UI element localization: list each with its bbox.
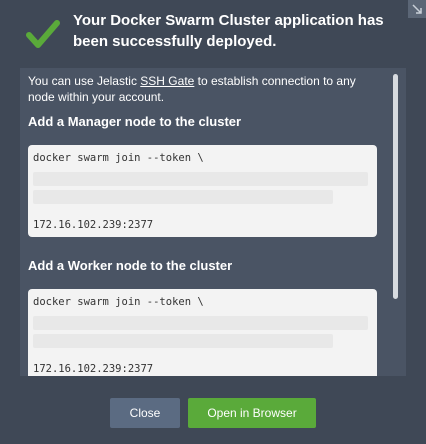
intro-text: You can use Jelastic SSH Gate to establi… (28, 73, 379, 105)
dialog-title: Your Docker Swarm Cluster application ha… (73, 12, 384, 50)
manager-command-line1: docker swarm join --token \ (33, 152, 204, 164)
intro-text-start: You can use Jelastic (28, 74, 141, 88)
redacted-token (33, 172, 368, 186)
worker-command-box[interactable]: docker swarm join --token \ 172.16.102.2… (28, 289, 377, 376)
close-button[interactable]: Close (110, 398, 180, 428)
vertical-scrollbar[interactable] (393, 74, 398, 299)
redacted-token (33, 316, 368, 330)
manager-heading: Add a Manager node to the cluster (28, 114, 242, 129)
scroll-content: You can use Jelastic SSH Gate to establi… (28, 73, 379, 376)
worker-command-line1: docker swarm join --token \ (33, 296, 204, 308)
worker-heading: Add a Worker node to the cluster (28, 258, 233, 273)
dialog-header: Your Docker Swarm Cluster application ha… (0, 0, 426, 68)
resize-corner-icon[interactable] (408, 0, 426, 18)
redacted-token (33, 334, 333, 348)
checkmark-icon (26, 19, 60, 49)
manager-command-address: 172.16.102.239:2377 (33, 219, 154, 231)
ssh-gate-link[interactable]: SSH Gate (140, 74, 194, 88)
dialog-footer: Close Open in Browser (0, 376, 426, 444)
open-in-browser-button[interactable]: Open in Browser (188, 398, 316, 428)
manager-command-box[interactable]: docker swarm join --token \ 172.16.102.2… (28, 145, 377, 237)
worker-command-address: 172.16.102.239:2377 (33, 363, 154, 375)
redacted-token (33, 190, 333, 204)
deploy-success-dialog: Your Docker Swarm Cluster application ha… (0, 0, 426, 444)
dialog-body: You can use Jelastic SSH Gate to establi… (20, 68, 406, 376)
